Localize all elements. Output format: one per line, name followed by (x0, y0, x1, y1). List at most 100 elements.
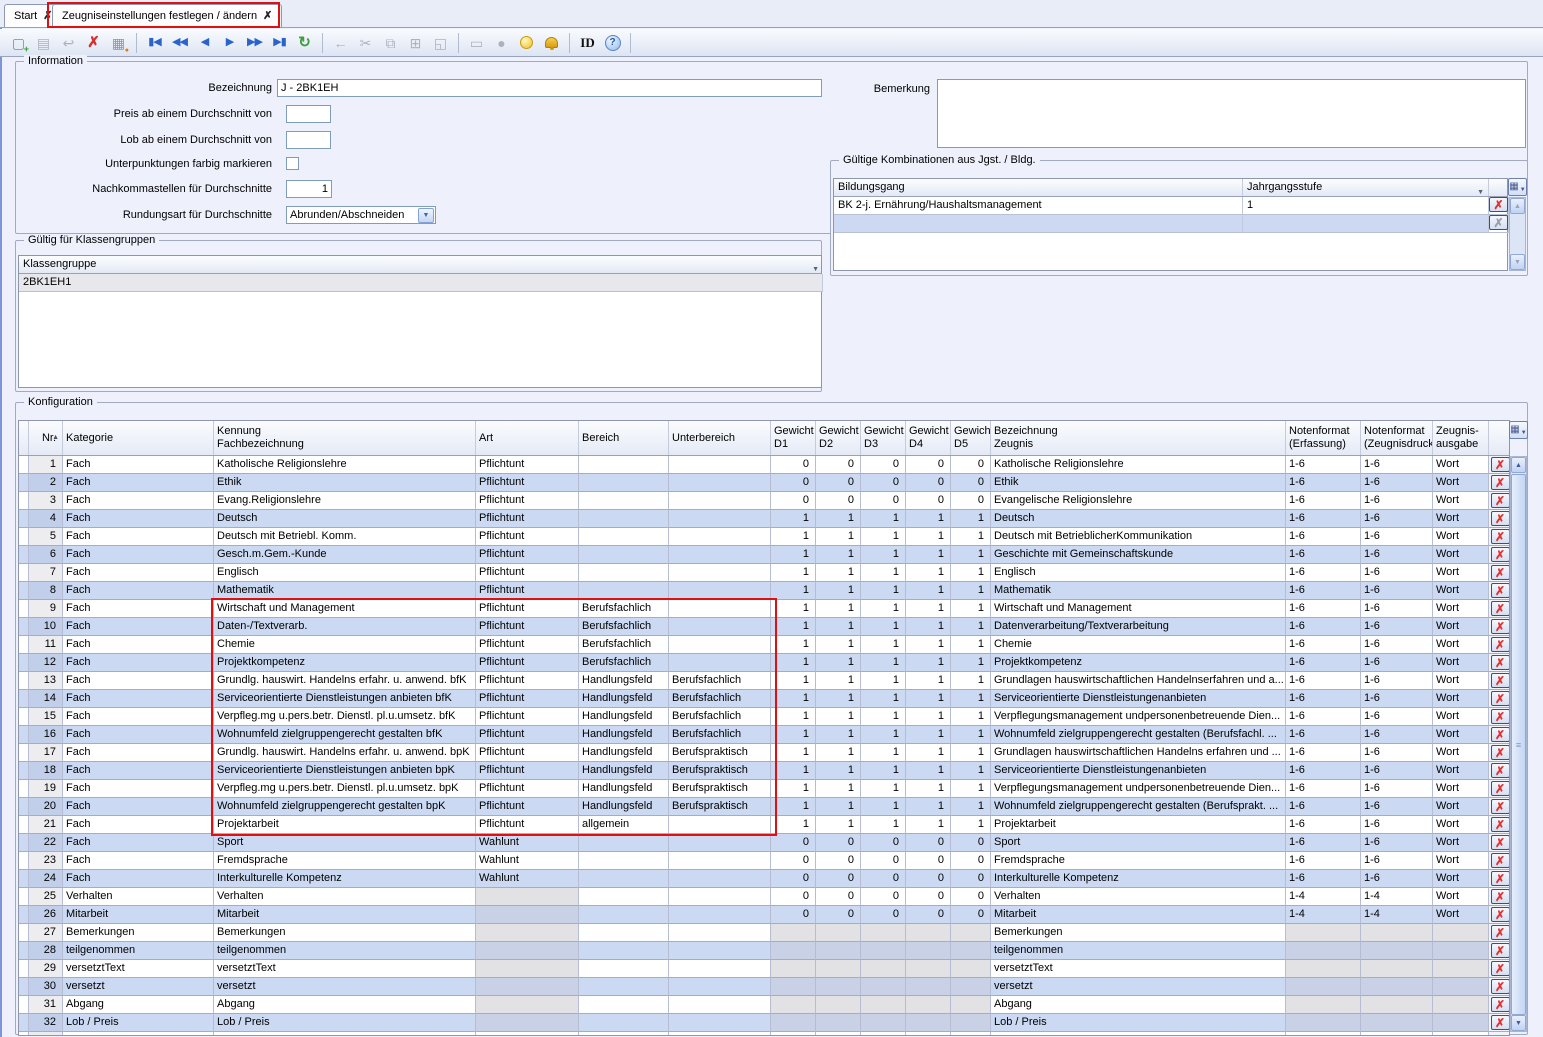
row-selector[interactable] (19, 780, 29, 798)
klassengruppe-row[interactable]: 2BK1EH1 (19, 274, 821, 292)
delete-row-button[interactable]: ✗ (1491, 997, 1510, 1012)
row-selector[interactable] (19, 798, 29, 816)
table-row[interactable]: 29versetztTextversetztTextversetztText✗ (19, 960, 1509, 978)
table-row[interactable]: 14FachServiceorientierte Dienstleistunge… (19, 690, 1509, 708)
rundungsart-select[interactable]: Abrunden/Abschneiden ▼ (286, 206, 436, 224)
row-selector[interactable] (19, 888, 29, 906)
column-header-klassengruppe[interactable]: Klassengruppe ▼ (19, 256, 823, 273)
delete-row-button[interactable]: ✗ (1489, 197, 1508, 212)
fast-next-button[interactable]: ▶▶ (242, 31, 267, 55)
unterpunktungen-checkbox[interactable] (286, 157, 299, 170)
delete-row-button[interactable]: ✗ (1491, 925, 1510, 940)
scroll-down-icon[interactable]: ▼ (1510, 254, 1525, 270)
column-header-bildungsgang[interactable]: Bildungsgang (834, 179, 1243, 196)
delete-row-button[interactable]: ✗ (1491, 601, 1510, 616)
scroll-up-icon[interactable]: ▲ (1510, 198, 1525, 214)
table-row[interactable]: 28teilgenommenteilgenommenteilgenommen✗ (19, 942, 1509, 960)
delete-row-button[interactable]: ✗ (1491, 691, 1510, 706)
hint-button[interactable] (514, 31, 539, 55)
filter-dropdown-icon[interactable]: ▼ (1477, 184, 1484, 196)
column-header-d4[interactable]: GewichtD4 (906, 421, 951, 455)
paste-button[interactable]: ⊞ (403, 31, 428, 55)
kombinationen-grid-settings-button[interactable]: ▦ ▼ (1508, 178, 1527, 196)
row-selector[interactable] (19, 816, 29, 834)
table-row[interactable]: 13FachGrundlg. hauswirt. Handelns erfahr… (19, 672, 1509, 690)
table-row[interactable]: 2FachEthikPflichtunt00000Ethik1-61-6Wort… (19, 474, 1509, 492)
row-selector[interactable] (19, 942, 29, 960)
column-header-jahrgangsstufe[interactable]: Jahrgangsstufe ▼ (1243, 179, 1489, 196)
back-button[interactable]: ← (328, 31, 353, 55)
last-record-button[interactable]: ▶▮ (267, 31, 292, 55)
row-selector[interactable] (19, 528, 29, 546)
row-selector[interactable] (19, 582, 29, 600)
row-selector[interactable] (19, 762, 29, 780)
delete-row-button[interactable]: ✗ (1491, 655, 1510, 670)
row-selector[interactable] (19, 1032, 29, 1036)
print-button[interactable]: ▭ (464, 31, 489, 55)
column-header-ausgabe[interactable]: Zeugnis-ausgabe (1433, 421, 1489, 455)
row-selector[interactable] (19, 708, 29, 726)
row-selector[interactable] (19, 1014, 29, 1032)
table-row[interactable]: 6FachGesch.m.Gem.-KundePflichtunt11111Ge… (19, 546, 1509, 564)
row-selector[interactable] (19, 672, 29, 690)
delete-row-button[interactable]: ✗ (1491, 745, 1510, 760)
column-header-d5[interactable]: GewichtD5 (951, 421, 991, 455)
column-header-bereich[interactable]: Bereich (579, 421, 669, 455)
table-row[interactable]: 7FachEnglischPflichtunt11111Englisch1-61… (19, 564, 1509, 582)
row-selector[interactable] (19, 690, 29, 708)
row-selector[interactable] (19, 924, 29, 942)
row-selector[interactable] (19, 996, 29, 1014)
row-selector[interactable] (19, 852, 29, 870)
row-selector[interactable] (19, 546, 29, 564)
row-selector[interactable] (19, 654, 29, 672)
table-row[interactable]: 5FachDeutsch mit Betriebl. Komm.Pflichtu… (19, 528, 1509, 546)
kombination-row-empty[interactable]: ✗ (834, 215, 1507, 233)
table-row[interactable]: 27BemerkungenBemerkungenBemerkungen✗ (19, 924, 1509, 942)
row-selector[interactable] (19, 564, 29, 582)
id-button[interactable]: ID (575, 31, 600, 55)
save-button[interactable]: ▤ (31, 31, 56, 55)
delete-row-button[interactable]: ✗ (1491, 961, 1510, 976)
delete-row-button[interactable]: ✗ (1491, 1015, 1510, 1030)
bemerkung-textarea[interactable] (937, 79, 1526, 148)
table-row[interactable]: 24FachInterkulturelle KompetenzWahlunt00… (19, 870, 1509, 888)
column-header-nf2[interactable]: Notenformat(Zeugnisdruck) (1361, 421, 1433, 455)
table-row[interactable]: 17FachGrundlg. hauswirt. Handelns erfahr… (19, 744, 1509, 762)
row-selector[interactable] (19, 492, 29, 510)
export-button[interactable]: ● (489, 31, 514, 55)
table-row[interactable]: 15FachVerpfleg.mg u.pers.betr. Dienstl. … (19, 708, 1509, 726)
table-row[interactable]: 18FachServiceorientierte Dienstleistunge… (19, 762, 1509, 780)
row-selector[interactable] (19, 870, 29, 888)
column-header-d3[interactable]: GewichtD3 (861, 421, 906, 455)
scroll-up-icon[interactable]: ▲ (1511, 457, 1526, 473)
new-record-button[interactable]: ▢+ (6, 31, 31, 55)
selection-button[interactable]: ◱ (428, 31, 453, 55)
scrollbar-thumb[interactable]: ≡ (1511, 474, 1526, 1015)
table-row[interactable]: 16FachWohnumfeld zielgruppengerecht gest… (19, 726, 1509, 744)
delete-row-button[interactable]: ✗ (1491, 457, 1510, 472)
close-icon[interactable]: ✗ (263, 10, 272, 22)
copy-button[interactable]: ⧉ (378, 31, 403, 55)
row-selector[interactable] (19, 474, 29, 492)
delete-row-button[interactable]: ✗ (1491, 979, 1510, 994)
refresh-button[interactable]: ↻ (292, 31, 317, 55)
row-selector[interactable] (19, 726, 29, 744)
help-button[interactable]: ? (600, 31, 625, 55)
preis-input[interactable] (286, 105, 331, 123)
table-row[interactable]: 21FachProjektarbeitPflichtuntallgemein11… (19, 816, 1509, 834)
table-row[interactable]: 1FachKatholische ReligionslehrePflichtun… (19, 456, 1509, 474)
delete-row-button[interactable]: ✗ (1491, 763, 1510, 778)
form-settings-button[interactable]: ▦● (106, 31, 131, 55)
delete-row-button[interactable]: ✗ (1491, 493, 1510, 508)
delete-row-button[interactable]: ✗ (1491, 673, 1510, 688)
scroll-down-icon[interactable]: ▼ (1511, 1015, 1526, 1031)
table-row[interactable]: 4FachDeutschPflichtunt11111Deutsch1-61-6… (19, 510, 1509, 528)
konfiguration-grid-settings-button[interactable]: ▦ ▼ (1509, 421, 1528, 439)
delete-row-button[interactable]: ✗ (1491, 511, 1510, 526)
table-row[interactable]: 10FachDaten-/Textverarb.PflichtuntBerufs… (19, 618, 1509, 636)
table-row[interactable]: 23FachFremdspracheWahlunt00000Fremdsprac… (19, 852, 1509, 870)
next-record-button[interactable]: ▶ (217, 31, 242, 55)
table-row[interactable]: 31AbgangAbgangAbgang✗ (19, 996, 1509, 1014)
delete-row-button[interactable]: ✗ (1491, 817, 1510, 832)
delete-row-button[interactable]: ✗ (1491, 709, 1510, 724)
